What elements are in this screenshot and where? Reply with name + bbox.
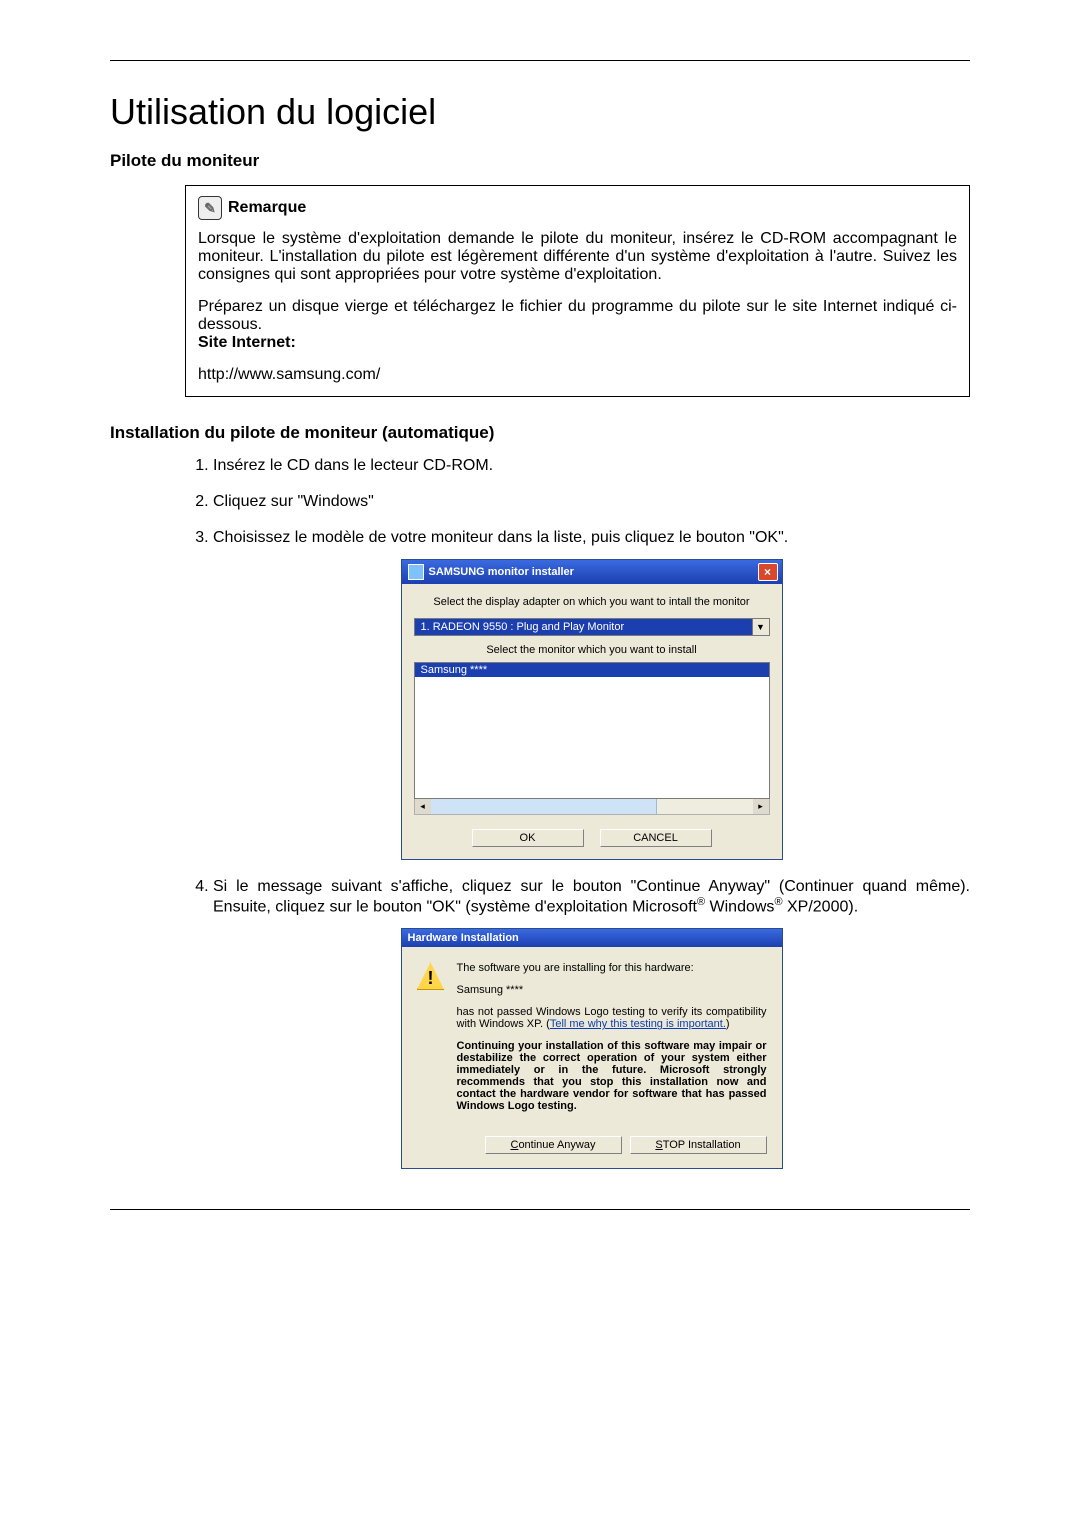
why-testing-link[interactable]: Tell me why this testing is important. [550,1018,726,1030]
hw-line-2: has not passed Windows Logo testing to v… [457,1006,767,1030]
installer-label-adapter: Select the display adapter on which you … [414,596,770,608]
step-1: Insérez le CD dans le lecteur CD-ROM. [213,457,970,475]
step-3: Choisissez le modèle de votre moniteur d… [213,529,970,860]
hw-line-1: The software you are installing for this… [457,962,767,974]
close-icon[interactable]: × [758,563,778,581]
ok-button[interactable]: OK [472,829,584,847]
cancel-button[interactable]: CANCEL [600,829,712,847]
continue-anyway-button[interactable]: Continue Anyway [485,1136,622,1154]
adapter-dropdown[interactable]: 1. RADEON 9550 : Plug and Play Monitor ▼ [414,618,770,636]
horizontal-scrollbar[interactable]: ◂ ▸ [414,799,770,815]
chevron-down-icon[interactable]: ▼ [752,619,769,635]
warning-icon: ! [417,962,445,990]
note-box: ✎ Remarque Lorsque le système d'exploita… [185,185,970,397]
stop-installation-button[interactable]: STOP Installation [630,1136,767,1154]
installer-label-monitor: Select the monitor which you want to ins… [414,644,770,656]
installer-titlebar: SAMSUNG monitor installer × [402,560,782,584]
list-item[interactable]: Samsung **** [415,663,769,677]
monitor-listbox[interactable]: Samsung **** [414,662,770,799]
note-label: Remarque [228,199,306,217]
note-icon: ✎ [198,196,222,220]
section-install-heading: Installation du pilote de moniteur (auto… [110,423,970,443]
hw-titlebar: Hardware Installation [402,929,782,947]
hardware-installation-dialog: Hardware Installation ! The software you… [401,928,783,1169]
hw-title: Hardware Installation [408,932,519,944]
hw-warning-bold: Continuing your installation of this sof… [457,1040,767,1112]
note-paragraph-2: Préparez un disque vierge et téléchargez… [198,298,957,333]
scroll-right-icon[interactable]: ▸ [753,799,769,814]
installer-dialog: SAMSUNG monitor installer × Select the d… [401,559,783,860]
scroll-left-icon[interactable]: ◂ [415,799,431,814]
site-url: http://www.samsung.com/ [198,366,957,384]
installer-title: SAMSUNG monitor installer [429,566,574,578]
section-driver-heading: Pilote du moniteur [110,151,970,171]
hw-device-name: Samsung **** [457,984,767,996]
step-2: Cliquez sur "Windows" [213,493,970,511]
site-internet-label: Site Internet: [198,334,296,351]
note-paragraph-1: Lorsque le système d'exploitation demand… [198,230,957,284]
step-4: Si le message suivant s'affiche, cliquez… [213,878,970,1169]
adapter-dropdown-value: 1. RADEON 9550 : Plug and Play Monitor [415,619,752,635]
app-icon [408,564,424,580]
page-title: Utilisation du logiciel [110,91,970,133]
